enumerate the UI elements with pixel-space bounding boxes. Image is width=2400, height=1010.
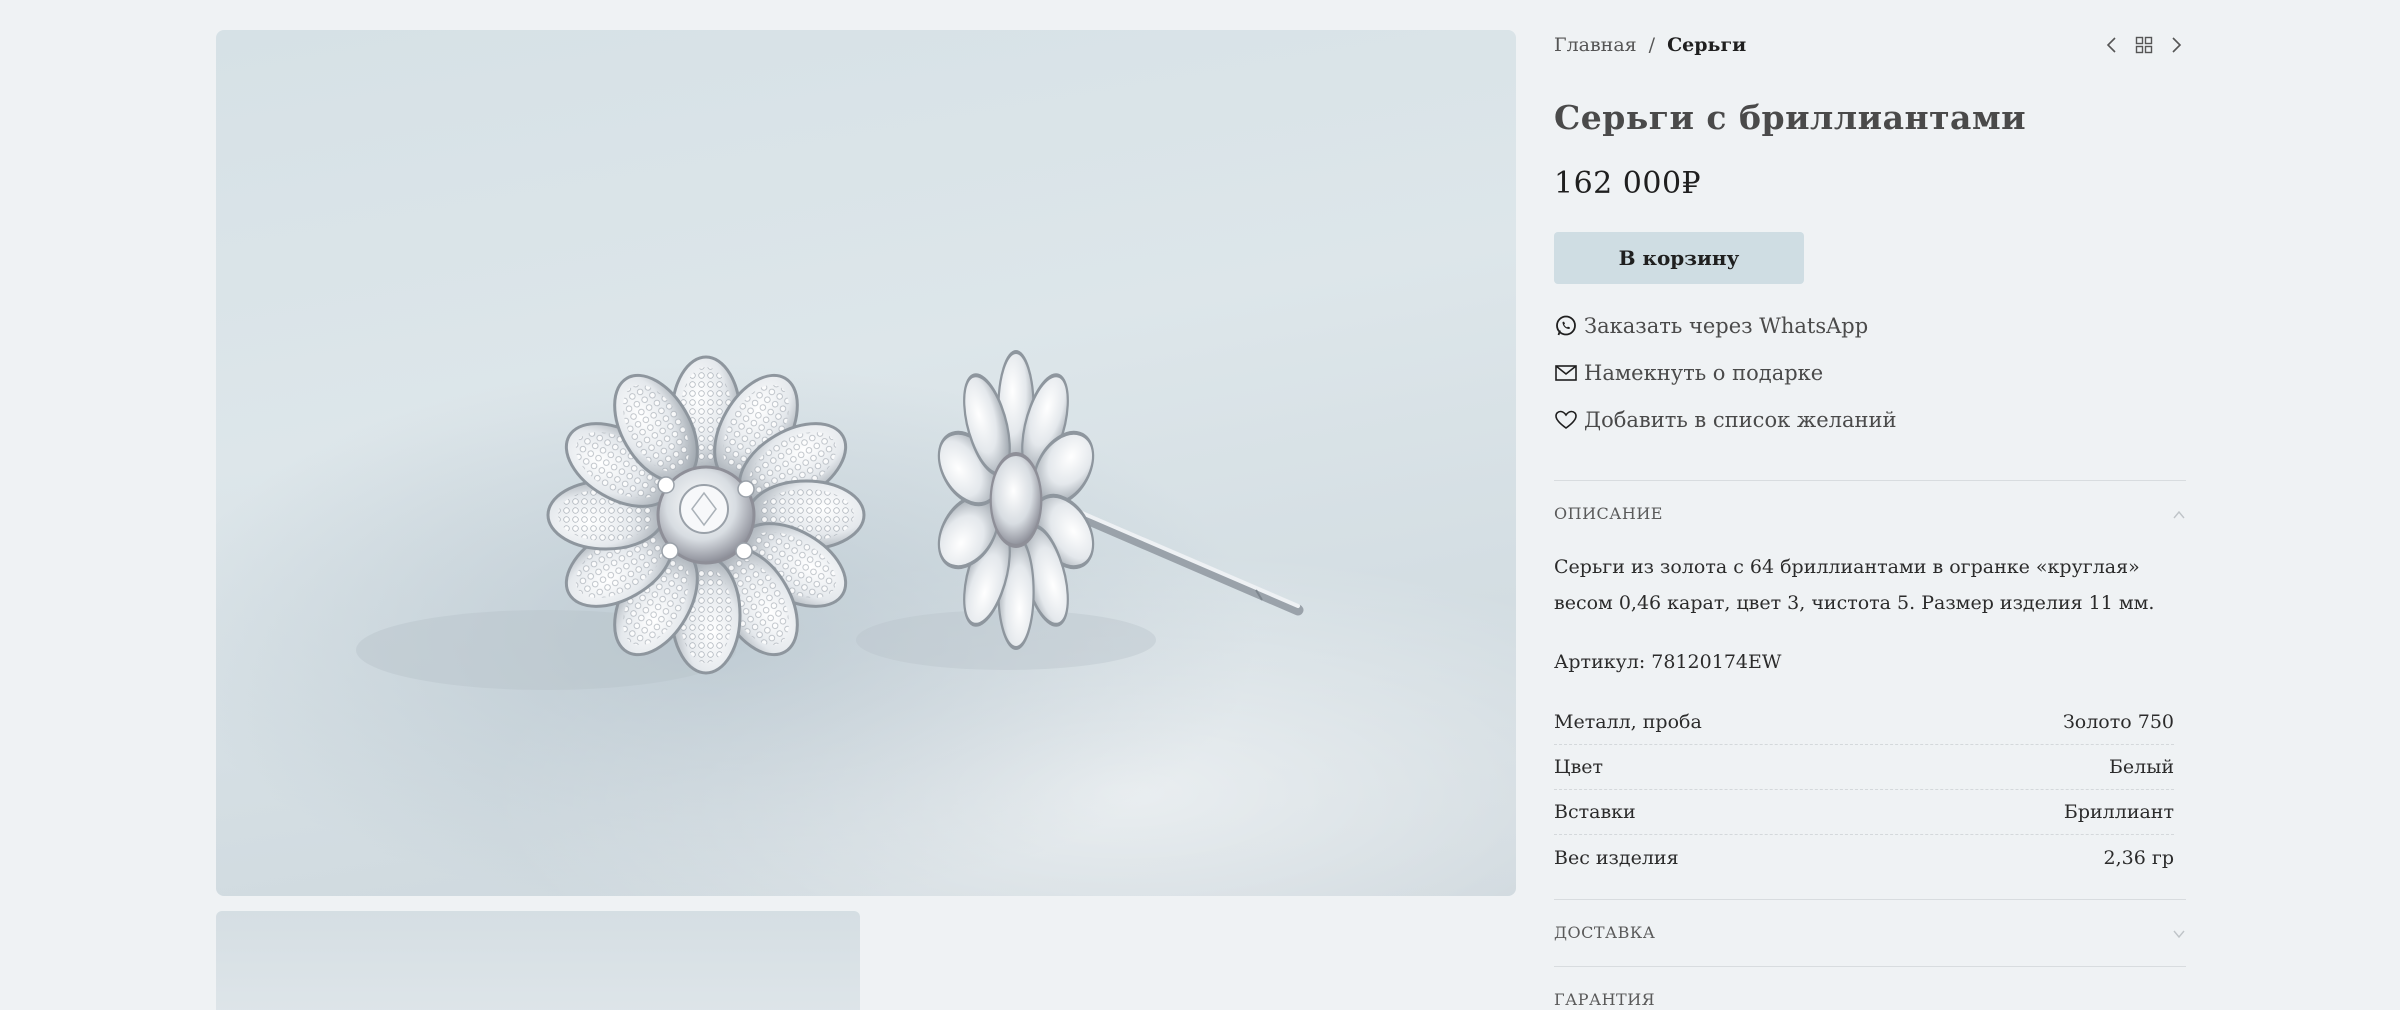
order-whatsapp-label: Заказать через WhatsApp [1584, 314, 1869, 338]
section-divider [1554, 966, 2186, 967]
whatsapp-icon [1554, 314, 1578, 338]
chevron-down-icon [2172, 926, 2186, 940]
product-sku: Артикул: 78120174EW [1554, 651, 1782, 673]
product-price: 162 000₽ [1554, 166, 1702, 201]
chevron-right-icon[interactable] [2166, 35, 2186, 55]
main-product-photo[interactable] [216, 30, 1516, 896]
spec-label: Цвет [1554, 756, 1604, 778]
product-thumbnail[interactable] [216, 911, 860, 1010]
breadcrumb: Главная / Серьги [1554, 34, 1746, 56]
spec-value: Бриллиант [2063, 801, 2174, 823]
order-whatsapp-link[interactable]: Заказать через WhatsApp [1554, 314, 1868, 338]
chevron-left-icon[interactable] [2102, 35, 2122, 55]
specs-table: Металл, проба Золото 750 Цвет Белый Вста… [1554, 700, 2174, 880]
breadcrumb-current[interactable]: Серьги [1667, 34, 1746, 56]
earrings-illustration [356, 350, 1304, 690]
grid-icon[interactable] [2134, 35, 2154, 55]
breadcrumb-home-link[interactable]: Главная [1554, 34, 1637, 56]
spec-row: Металл, проба Золото 750 [1554, 700, 2174, 745]
gift-hint-label: Намекнуть о подарке [1584, 361, 1824, 385]
spec-label: Вес изделия [1554, 846, 1679, 869]
gift-hint-link[interactable]: Намекнуть о подарке [1554, 361, 1823, 385]
chevron-up-icon [2172, 507, 2186, 521]
add-to-wishlist-label: Добавить в список желаний [1584, 408, 1897, 432]
section-divider [1554, 480, 2186, 481]
description-heading: ОПИСАНИЕ [1554, 504, 1663, 523]
delivery-section-header[interactable]: ДОСТАВКА [1554, 923, 2186, 942]
spec-row: Цвет Белый [1554, 745, 2174, 790]
description-text: Серьги из золота с 64 бриллиантами в огр… [1554, 556, 2155, 614]
product-info-panel: Главная / Серьги Серьги с бриллиантами 1… [1554, 0, 2186, 1010]
add-to-wishlist-link[interactable]: Добавить в список желаний [1554, 408, 1896, 432]
section-divider [1554, 899, 2186, 900]
spec-label: Вставки [1554, 801, 1636, 823]
warranty-section-header[interactable]: ГАРАНТИЯ [1554, 990, 2186, 1009]
product-page: Главная / Серьги Серьги с бриллиантами 1… [0, 0, 2400, 1010]
spec-row: Вес изделия 2,36 гр [1554, 835, 2174, 880]
heart-icon [1554, 408, 1578, 432]
breadcrumb-separator: / [1648, 34, 1656, 56]
envelope-icon [1554, 361, 1578, 385]
description-section-header[interactable]: ОПИСАНИЕ [1554, 504, 2186, 523]
product-navigation [2102, 35, 2186, 55]
spec-value: Золото 750 [2062, 711, 2174, 733]
product-title: Серьги с бриллиантами [1554, 98, 2027, 137]
spec-row: Вставки Бриллиант [1554, 790, 2174, 835]
spec-value: Белый [2108, 756, 2174, 778]
add-to-cart-button[interactable]: В корзину [1554, 232, 1804, 284]
delivery-heading: ДОСТАВКА [1554, 923, 1656, 942]
warranty-heading: ГАРАНТИЯ [1554, 990, 1656, 1009]
spec-label: Металл, проба [1554, 711, 1702, 733]
spec-value: 2,36 гр [2103, 846, 2174, 869]
